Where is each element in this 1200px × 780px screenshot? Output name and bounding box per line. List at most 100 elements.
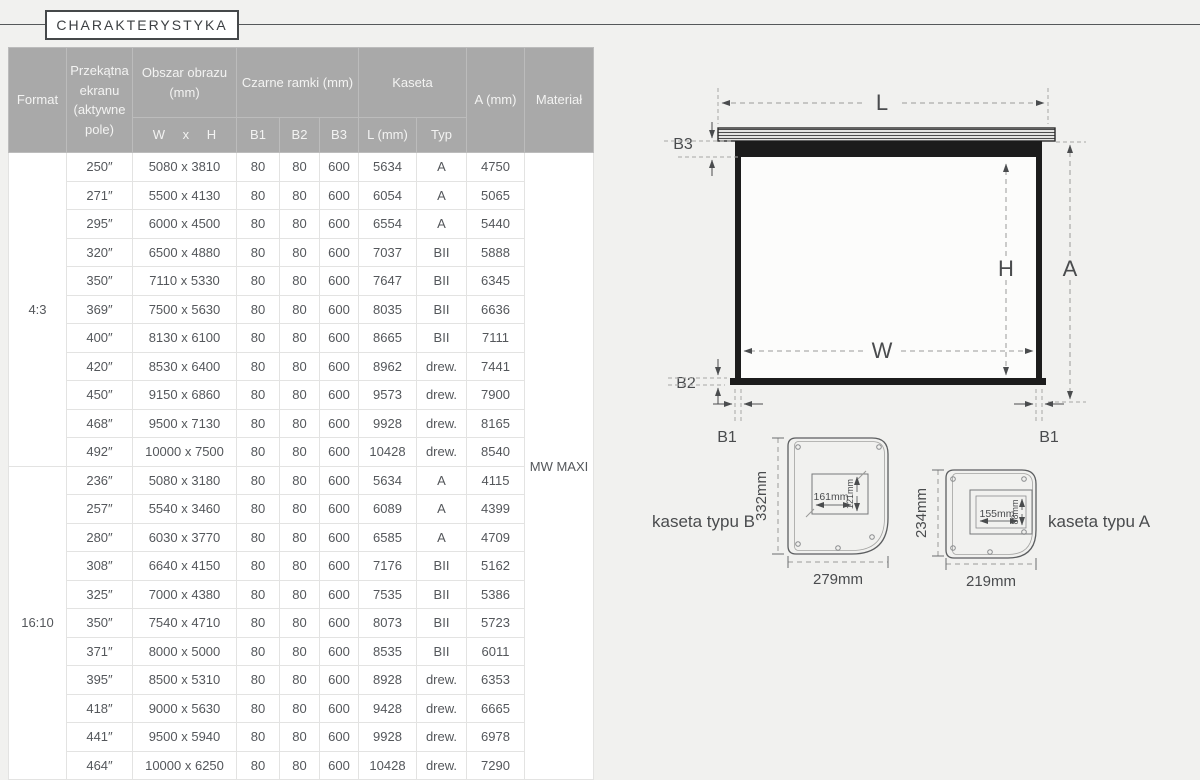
section-title-box: CHARAKTERYSTYKA [45, 10, 239, 40]
dim-label-B1-left: B1 [717, 429, 737, 446]
cell-b3: 600 [320, 381, 359, 410]
cell-typ: A [417, 153, 467, 182]
table-row: 492″10000 x 7500808060010428drew.8540 [9, 438, 594, 467]
table-row: 369″7500 x 563080806008035BII6636 [9, 295, 594, 324]
cell-image-area: 9000 x 5630 [133, 694, 237, 723]
cell-typ: BII [417, 324, 467, 353]
table-row: 450″9150 x 686080806009573drew.7900 [9, 381, 594, 410]
cell-a-mm: 6345 [467, 267, 525, 296]
cell-l-mm: 8962 [359, 352, 417, 381]
cell-typ: drew. [417, 751, 467, 780]
cell-b2: 80 [280, 609, 320, 638]
cell-a-mm: 5065 [467, 181, 525, 210]
cell-a-mm: 7441 [467, 352, 525, 381]
cell-b2: 80 [280, 381, 320, 410]
cell-image-area: 7540 x 4710 [133, 609, 237, 638]
cell-b3: 600 [320, 295, 359, 324]
cell-diagonal: 420″ [67, 352, 133, 381]
cell-a-mm: 7290 [467, 751, 525, 780]
dim-label-W: W [872, 338, 893, 363]
cell-b2: 80 [280, 181, 320, 210]
cell-b2: 80 [280, 438, 320, 467]
cell-diagonal: 369″ [67, 295, 133, 324]
cell-image-area: 7000 x 4380 [133, 580, 237, 609]
cell-a-mm: 5440 [467, 210, 525, 239]
cell-b3: 600 [320, 438, 359, 467]
cell-typ: A [417, 181, 467, 210]
cassette-b-height-label: 332mm [753, 471, 770, 521]
cell-b1: 80 [237, 381, 280, 410]
cell-b2: 80 [280, 580, 320, 609]
cell-image-area: 10000 x 7500 [133, 438, 237, 467]
cell-b3: 600 [320, 324, 359, 353]
cell-b3: 600 [320, 751, 359, 780]
cell-b3: 600 [320, 267, 359, 296]
cell-diagonal: 400″ [67, 324, 133, 353]
cell-image-area: 5080 x 3180 [133, 466, 237, 495]
cell-image-area: 6500 x 4880 [133, 238, 237, 267]
cell-diagonal: 468″ [67, 409, 133, 438]
cell-b3: 600 [320, 466, 359, 495]
cell-b1: 80 [237, 267, 280, 296]
table-row: 350″7110 x 533080806007647BII6345 [9, 267, 594, 296]
format-cell: 4:3 [9, 153, 67, 467]
cell-typ: drew. [417, 666, 467, 695]
cell-b1: 80 [237, 666, 280, 695]
cell-typ: drew. [417, 352, 467, 381]
table-row: 271″5500 x 413080806006054A5065 [9, 181, 594, 210]
cassette-b-label: kaseta typu B [652, 512, 755, 531]
col-header-black-borders: Czarne ramki (mm) [237, 48, 359, 118]
cell-l-mm: 10428 [359, 751, 417, 780]
cell-a-mm: 6665 [467, 694, 525, 723]
cell-l-mm: 8035 [359, 295, 417, 324]
cell-typ: BII [417, 609, 467, 638]
cell-diagonal: 350″ [67, 609, 133, 638]
cell-b1: 80 [237, 637, 280, 666]
cell-b3: 600 [320, 694, 359, 723]
cell-image-area: 8530 x 6400 [133, 352, 237, 381]
cell-l-mm: 7176 [359, 552, 417, 581]
cell-a-mm: 7111 [467, 324, 525, 353]
cell-l-mm: 6089 [359, 495, 417, 524]
cell-b2: 80 [280, 267, 320, 296]
cell-b2: 80 [280, 238, 320, 267]
cassette-a-label: kaseta typu A [1048, 512, 1151, 531]
table-row: 320″6500 x 488080806007037BII5888 [9, 238, 594, 267]
dim-label-A: A [1063, 256, 1078, 281]
format-cell: 16:10 [9, 466, 67, 780]
cell-b1: 80 [237, 238, 280, 267]
cell-l-mm: 8665 [359, 324, 417, 353]
cell-diagonal: 250″ [67, 153, 133, 182]
dim-label-B3: B3 [673, 136, 693, 153]
cell-b3: 600 [320, 210, 359, 239]
cell-b1: 80 [237, 153, 280, 182]
cell-b1: 80 [237, 438, 280, 467]
cell-a-mm: 4399 [467, 495, 525, 524]
table-row: 420″8530 x 640080806008962drew.7441 [9, 352, 594, 381]
table-row: 295″6000 x 450080806006554A5440 [9, 210, 594, 239]
cell-image-area: 5540 x 3460 [133, 495, 237, 524]
cell-a-mm: 5888 [467, 238, 525, 267]
table-row: 468″9500 x 713080806009928drew.8165 [9, 409, 594, 438]
cell-l-mm: 9428 [359, 694, 417, 723]
cell-b2: 80 [280, 523, 320, 552]
cell-a-mm: 7900 [467, 381, 525, 410]
cell-a-mm: 4750 [467, 153, 525, 182]
cell-l-mm: 8073 [359, 609, 417, 638]
cell-diagonal: 492″ [67, 438, 133, 467]
col-header-kaseta: Kaseta [359, 48, 467, 118]
cell-b1: 80 [237, 495, 280, 524]
cell-diagonal: 350″ [67, 267, 133, 296]
cassette-bar [718, 128, 1055, 141]
cell-diagonal: 295″ [67, 210, 133, 239]
cell-b1: 80 [237, 295, 280, 324]
cassette-a-height-label: 234mm [913, 488, 930, 538]
cell-typ: BII [417, 637, 467, 666]
cell-b2: 80 [280, 751, 320, 780]
cell-typ: drew. [417, 723, 467, 752]
cell-b1: 80 [237, 523, 280, 552]
cell-b1: 80 [237, 609, 280, 638]
cell-a-mm: 4115 [467, 466, 525, 495]
cell-b1: 80 [237, 580, 280, 609]
cassette-a-inner-height-label: 88mm [1010, 499, 1020, 524]
